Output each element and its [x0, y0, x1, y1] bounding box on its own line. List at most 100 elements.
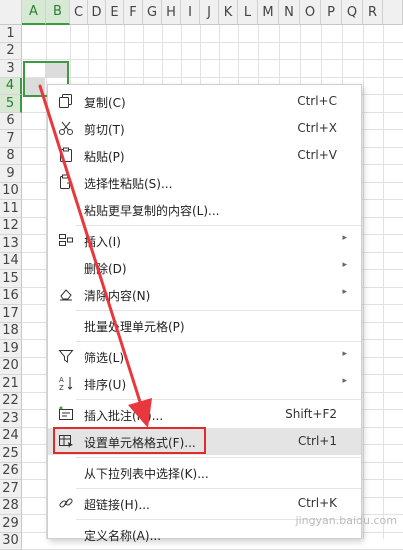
row-header-7[interactable]: 7 [0, 130, 22, 148]
row-header-12[interactable]: 12 [0, 218, 22, 236]
link-icon [58, 495, 74, 511]
menu-item-paste-earlier[interactable]: 粘贴更早复制的内容(L)... [48, 196, 361, 223]
menu-item-label: 粘贴更早复制的内容(L)... [84, 202, 220, 219]
row-header-1[interactable]: 1 [0, 25, 22, 43]
row-header-30[interactable]: 30 [0, 533, 22, 550]
row-header-26[interactable]: 26 [0, 463, 22, 481]
paste-icon [58, 147, 74, 163]
row-header-17[interactable]: 17 [0, 305, 22, 323]
column-header-c[interactable]: C [70, 0, 88, 25]
menu-item-label: 复制(C) [84, 94, 126, 111]
watermark: jingyan.baidu.com [295, 514, 397, 527]
column-header-q[interactable]: Q [342, 0, 363, 25]
submenu-arrow-icon: ▸ [342, 349, 347, 359]
menu-item-pick-from-list[interactable]: 从下拉列表中选择(K)... [48, 459, 361, 486]
row-header-16[interactable]: 16 [0, 288, 22, 306]
scissors-icon [58, 120, 74, 136]
row-header-20[interactable]: 20 [0, 358, 22, 376]
column-header-h[interactable]: H [162, 0, 181, 25]
menu-item-shortcut: Ctrl+X [297, 121, 337, 135]
menu-item-label: 插入(I) [84, 233, 121, 250]
column-header-m[interactable]: M [258, 0, 279, 25]
submenu-arrow-icon: ▸ [342, 233, 347, 243]
menu-item-label: 插入批注(M)... [84, 407, 163, 424]
row-header-23[interactable]: 23 [0, 410, 22, 428]
row-header-18[interactable]: 18 [0, 323, 22, 341]
menu-item-paste[interactable]: 粘贴(P) Ctrl+V [48, 142, 361, 169]
row-header-29[interactable]: 29 [0, 515, 22, 533]
copy-icon [58, 93, 74, 109]
column-header-a[interactable]: A [22, 0, 46, 25]
menu-item-shortcut: Shift+F2 [285, 407, 337, 421]
column-header-o[interactable]: O [300, 0, 321, 25]
row-header-2[interactable]: 2 [0, 43, 22, 61]
menu-item-cut[interactable]: 剪切(T) Ctrl+X [48, 115, 361, 142]
comment-icon [58, 406, 74, 422]
column-header-i[interactable]: I [181, 0, 200, 25]
row-header-10[interactable]: 10 [0, 183, 22, 201]
row-header-28[interactable]: 28 [0, 498, 22, 516]
column-header-f[interactable]: F [124, 0, 143, 25]
menu-item-filter[interactable]: 筛选(L) ▸ [48, 343, 361, 370]
row-header-27[interactable]: 27 [0, 480, 22, 498]
row-header-9[interactable]: 9 [0, 165, 22, 183]
eraser-icon [58, 286, 74, 302]
column-header-d[interactable]: D [88, 0, 106, 25]
row-header-15[interactable]: 15 [0, 270, 22, 288]
menu-item-delete[interactable]: 删除(D) ▸ [48, 254, 361, 281]
menu-item-insert[interactable]: 插入(I) ▸ [48, 227, 361, 254]
row-header-19[interactable]: 19 [0, 340, 22, 358]
menu-item-label: 剪切(T) [84, 121, 125, 138]
row-header-21[interactable]: 21 [0, 375, 22, 393]
menu-item-shortcut: Ctrl+V [297, 148, 337, 162]
menu-separator [76, 399, 361, 400]
column-header-n[interactable]: N [279, 0, 300, 25]
row-header-3[interactable]: 3 [0, 60, 22, 78]
row-header-11[interactable]: 11 [0, 200, 22, 218]
row-header-6[interactable]: 6 [0, 113, 22, 131]
row-header-5[interactable]: 5 [0, 95, 22, 113]
row-header-8[interactable]: 8 [0, 148, 22, 166]
menu-separator [76, 341, 361, 342]
row-header-22[interactable]: 22 [0, 393, 22, 411]
row-header-13[interactable]: 13 [0, 235, 22, 253]
paste-special-icon [58, 174, 74, 190]
column-header-j[interactable]: J [200, 0, 219, 25]
menu-item-sort[interactable]: AZ 排序(U) ▸ [48, 370, 361, 397]
column-header-l[interactable]: L [238, 0, 258, 25]
menu-item-batch-process[interactable]: 批量处理单元格(P) [48, 312, 361, 339]
svg-text:Z: Z [59, 384, 64, 391]
select-all-corner[interactable] [0, 0, 22, 25]
menu-item-hyperlink[interactable]: 超链接(H)... Ctrl+K [48, 490, 361, 517]
column-header-b[interactable]: B [46, 0, 70, 25]
row-header-4[interactable]: 4 [0, 78, 22, 96]
menu-item-label: 选择性粘贴(S)... [84, 175, 172, 192]
column-header-p[interactable]: P [321, 0, 342, 25]
menu-item-insert-comment[interactable]: 插入批注(M)... Shift+F2 [48, 401, 361, 428]
column-header-e[interactable]: E [106, 0, 124, 25]
column-header-g[interactable]: G [143, 0, 162, 25]
context-menu: 复制(C) Ctrl+C 剪切(T) Ctrl+X 粘贴(P) Ctrl+V 选… [47, 84, 362, 539]
menu-item-label: 超链接(H)... [84, 496, 150, 513]
column-header-k[interactable]: K [219, 0, 238, 25]
menu-item-paste-special[interactable]: 选择性粘贴(S)... [48, 169, 361, 196]
menu-separator [76, 225, 361, 226]
insert-icon [58, 232, 74, 248]
column-header-r[interactable]: R [363, 0, 383, 25]
row-header-24[interactable]: 24 [0, 428, 22, 446]
row-header-25[interactable]: 25 [0, 445, 22, 463]
sort-icon: AZ [58, 375, 74, 391]
menu-item-label: 从下拉列表中选择(K)... [84, 465, 209, 482]
menu-item-label: 删除(D) [84, 260, 127, 277]
menu-item-shortcut: Ctrl+K [298, 496, 337, 510]
menu-item-clear-contents[interactable]: 清除内容(N) ▸ [48, 281, 361, 308]
menu-item-copy[interactable]: 复制(C) Ctrl+C [48, 88, 361, 115]
row-header-14[interactable]: 14 [0, 253, 22, 271]
filter-icon [58, 348, 74, 364]
menu-item-label: 排序(U) [84, 376, 126, 393]
svg-text:A: A [59, 376, 64, 384]
menu-separator [76, 457, 361, 458]
column-header-extra[interactable] [383, 0, 403, 25]
submenu-arrow-icon: ▸ [342, 287, 347, 297]
submenu-arrow-icon: ▸ [342, 376, 347, 386]
